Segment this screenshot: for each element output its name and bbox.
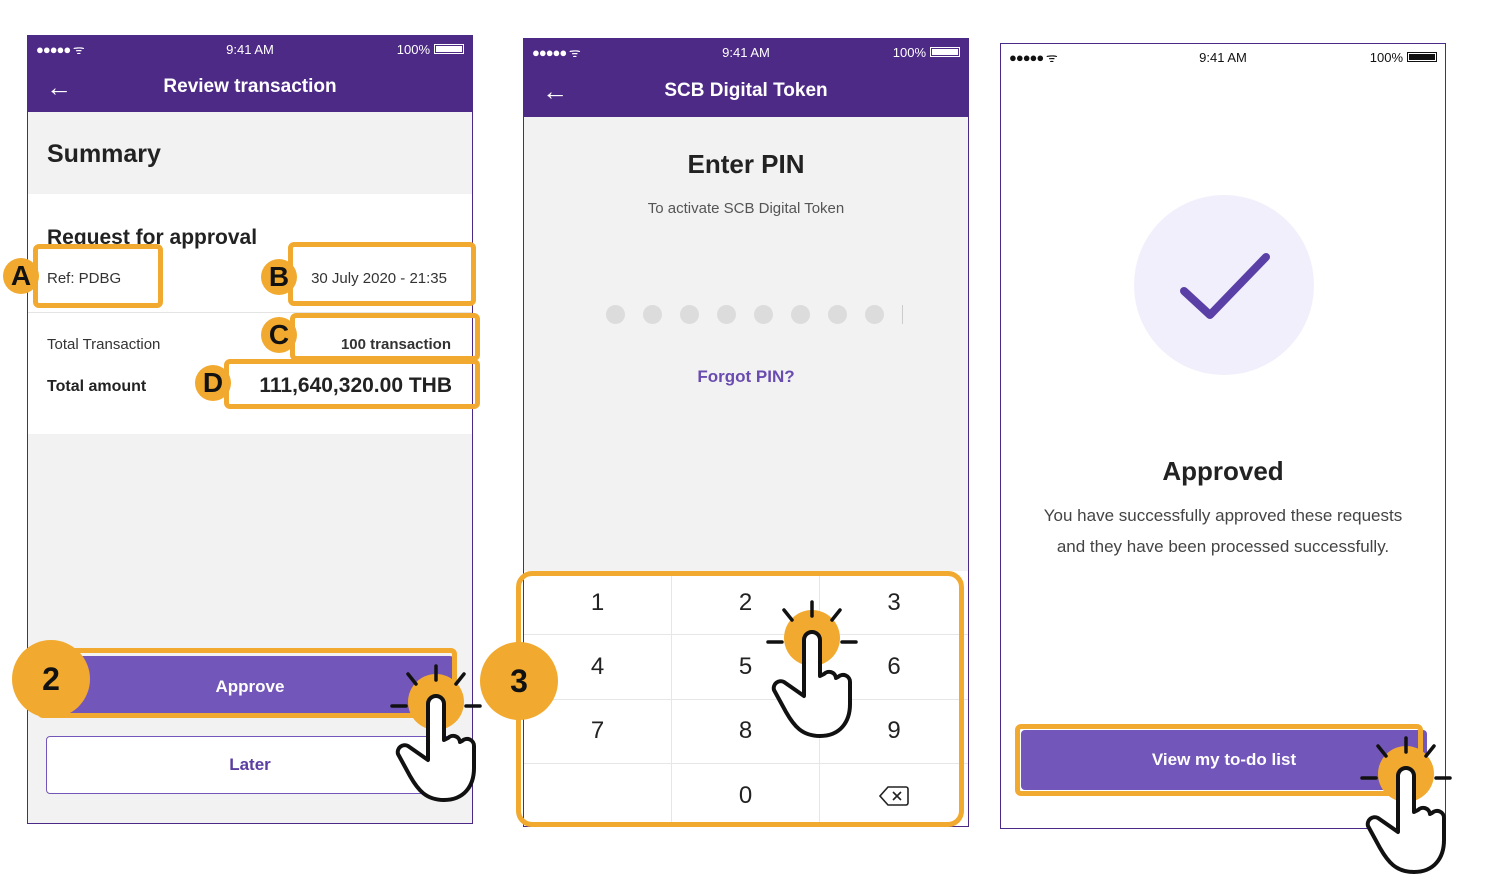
back-arrow-icon[interactable]: ← (46, 74, 72, 100)
approved-screen: ●●●●● ᯤ 9:41 AM 100% Approved You have s… (1000, 43, 1446, 829)
battery-percent: 100% (892, 44, 926, 60)
battery-icon (1407, 52, 1437, 62)
approved-message-line1: You have successfully approved these req… (1043, 506, 1403, 525)
success-circle (1134, 195, 1314, 375)
pin-cursor (902, 305, 903, 324)
status-time: 9:41 AM (1199, 49, 1247, 65)
pin-heading: Enter PIN (687, 149, 805, 179)
app-bar: ← Review transaction (28, 62, 472, 112)
highlight-keypad (516, 571, 964, 827)
step-3-badge: 3 (480, 642, 558, 720)
page-title: SCB Digital Token (664, 80, 828, 101)
forgot-pin-link[interactable]: Forgot PIN? (524, 367, 968, 387)
back-arrow-icon[interactable]: ← (542, 78, 568, 104)
app-bar: ← SCB Digital Token (524, 65, 968, 117)
annotation-b: B (261, 259, 297, 295)
pin-dot (606, 305, 625, 324)
approved-message-line2: and they have been processed successfull… (1056, 537, 1390, 556)
pin-dot (791, 305, 810, 324)
pin-dot (680, 305, 699, 324)
status-time: 9:41 AM (226, 41, 274, 57)
checkmark-icon (1180, 253, 1270, 319)
highlight-total-amount (224, 359, 480, 409)
annotation-a: A (3, 258, 39, 294)
signal-wifi-icon: ●●●●● ᯤ (36, 42, 85, 57)
pin-dots (606, 305, 903, 324)
page-title: Review transaction (163, 76, 337, 97)
battery-indicator: 100% (880, 45, 960, 60)
status-bar: ●●●●● ᯤ 9:41 AM 100% (28, 36, 472, 62)
annotation-d: D (195, 365, 231, 401)
status-bar: ●●●●● ᯤ 9:41 AM 100% (524, 39, 968, 65)
pin-dot (717, 305, 736, 324)
status-time: 9:41 AM (722, 44, 770, 60)
signal-wifi-icon: ●●●●● ᯤ (532, 45, 581, 60)
pin-dot (643, 305, 662, 324)
battery-indicator: 100% (1357, 50, 1437, 65)
highlight-ref (33, 244, 163, 308)
battery-icon (930, 47, 960, 57)
tap-hand-icon (390, 664, 482, 802)
total-transaction-label: Total Transaction (47, 336, 161, 353)
highlight-datetime (288, 242, 476, 306)
highlight-total-transaction (290, 313, 480, 361)
annotation-c: C (261, 317, 297, 353)
battery-percent: 100% (1369, 49, 1403, 65)
status-bar: ●●●●● ᯤ 9:41 AM 100% (1001, 44, 1445, 70)
battery-percent: 100% (396, 41, 430, 57)
battery-icon (434, 44, 464, 54)
summary-heading: Summary (47, 140, 161, 168)
signal-wifi-icon: ●●●●● ᯤ (1009, 50, 1058, 65)
approved-heading: Approved (1162, 456, 1284, 486)
pin-subtitle: To activate SCB Digital Token (647, 200, 845, 217)
step-2-badge: 2 (12, 640, 90, 718)
battery-indicator: 100% (384, 42, 464, 57)
pin-dot (865, 305, 884, 324)
total-amount-label: Total amount (47, 378, 147, 395)
tap-hand-icon (1360, 736, 1452, 874)
pin-dot (754, 305, 773, 324)
tap-hand-icon (766, 600, 858, 738)
pin-dot (828, 305, 847, 324)
summary-section: Summary (28, 112, 472, 192)
